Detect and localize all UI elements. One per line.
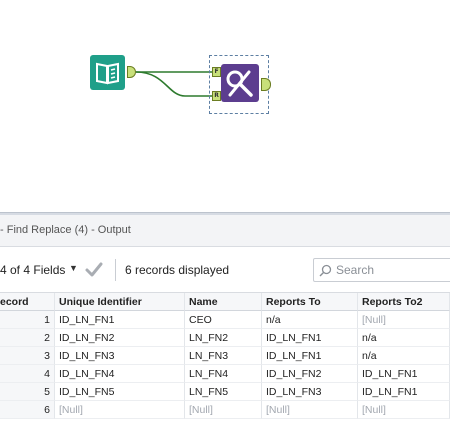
record-number: 2 [0,329,55,347]
connector-to-r [135,71,212,97]
search-placeholder: Search [336,263,375,277]
table-cell[interactable]: LN_FN4 [185,365,262,383]
table-row[interactable]: 2 ID_LN_FN2 LN_FN2 ID_LN_FN1 n/a [0,329,450,347]
checkmark-icon[interactable] [84,261,104,279]
find-input-anchor[interactable]: F [212,67,221,77]
table-cell[interactable]: ID_LN_FN4 [55,365,185,383]
table-cell[interactable]: ID_LN_FN1 [358,365,450,383]
records-count: 6 records displayed [125,263,230,277]
replace-input-anchor[interactable]: R [212,91,221,101]
column-header-record[interactable]: ecord [0,293,55,311]
find-replace-icon [226,70,253,97]
table-cell[interactable]: ID_LN_FN3 [55,347,185,365]
column-header-name[interactable]: Name [185,293,262,311]
table-cell[interactable]: n/a [262,311,358,329]
table-cell[interactable]: ID_LN_FN2 [262,365,358,383]
record-number: 4 [0,365,55,383]
search-input[interactable]: Search [313,258,450,282]
table-cell[interactable]: [Null] [358,401,450,419]
table-cell[interactable]: n/a [358,329,450,347]
column-header-reports-to2[interactable]: Reports To2 [358,293,450,311]
fields-selector[interactable]: 4 of 4 Fields [0,263,65,277]
book-input-icon [96,62,119,85]
record-number: 5 [0,383,55,401]
table-cell[interactable]: ID_LN_FN1 [358,383,450,401]
table-cell[interactable]: ID_LN_FN5 [55,383,185,401]
input-data-tool[interactable] [90,55,125,90]
chevron-down-icon[interactable]: ▼ [69,263,78,273]
results-toolbar: 4 of 4 Fields ▼ 6 records displayed Sear… [0,247,450,293]
table-row[interactable]: 3 ID_LN_FN3 LN_FN3 ID_LN_FN1 n/a [0,347,450,365]
table-cell[interactable]: LN_FN3 [185,347,262,365]
workflow-canvas[interactable]: F R [0,0,450,212]
toolbar-divider [115,259,116,281]
table-cell[interactable]: ID_LN_FN1 [262,329,358,347]
table-cell[interactable]: n/a [358,347,450,365]
table-cell[interactable]: ID_LN_FN1 [262,347,358,365]
search-icon [319,264,332,277]
table-cell[interactable]: [Null] [185,401,262,419]
results-panel: - Find Replace (4) - Output 4 of 4 Field… [0,215,450,440]
table-cell[interactable]: [Null] [262,401,358,419]
table-cell[interactable]: LN_FN5 [185,383,262,401]
table-cell[interactable]: [Null] [358,311,450,329]
record-number: 3 [0,347,55,365]
results-title: - Find Replace (4) - Output [0,224,131,236]
table-row[interactable]: 4 ID_LN_FN4 LN_FN4 ID_LN_FN2 ID_LN_FN1 [0,365,450,383]
results-header: - Find Replace (4) - Output [0,215,450,247]
table-cell[interactable]: [Null] [55,401,185,419]
find-replace-tool[interactable] [221,64,259,102]
table-cell[interactable]: ID_LN_FN2 [55,329,185,347]
table-row[interactable]: 5 ID_LN_FN5 LN_FN5 ID_LN_FN3 ID_LN_FN1 [0,383,450,401]
table-cell[interactable]: LN_FN2 [185,329,262,347]
column-header-unique-identifier[interactable]: Unique Identifier [55,293,185,311]
table-row[interactable]: 1 ID_LN_FN1 CEO n/a [Null] [0,311,450,329]
table-cell[interactable]: ID_LN_FN3 [262,383,358,401]
record-number: 1 [0,311,55,329]
table-cell[interactable]: ID_LN_FN1 [55,311,185,329]
record-number: 6 [0,401,55,419]
table-row[interactable]: 6 [Null] [Null] [Null] [Null] [0,401,450,419]
column-header-reports-to[interactable]: Reports To [262,293,358,311]
table-cell[interactable]: CEO [185,311,262,329]
table-header-row: ecord Unique Identifier Name Reports To … [0,293,450,311]
